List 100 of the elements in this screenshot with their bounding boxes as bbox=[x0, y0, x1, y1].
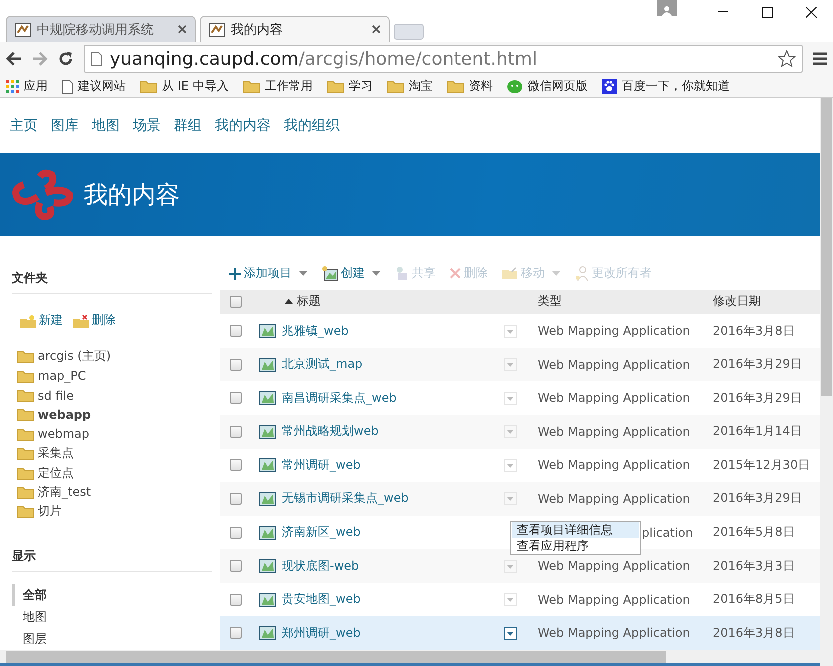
vertical-scrollbar[interactable] bbox=[820, 98, 833, 666]
nav-link[interactable]: 群组 bbox=[174, 116, 202, 134]
item-title-link[interactable]: 郑州调研_web bbox=[282, 624, 361, 642]
folder-icon bbox=[446, 80, 464, 93]
toolbar-button[interactable]: 添加项目 bbox=[229, 265, 308, 282]
item-title-link[interactable]: 无锡市调研采集点_web bbox=[282, 490, 409, 508]
user-button[interactable] bbox=[657, 0, 677, 16]
folder-icon bbox=[17, 408, 34, 422]
horizontal-scrollbar[interactable] bbox=[0, 650, 820, 666]
type-cell: Web Mapping Application bbox=[538, 458, 690, 472]
nav-link[interactable]: 我的组织 bbox=[284, 116, 340, 134]
item-title-link[interactable]: 贵安地图_web bbox=[282, 591, 361, 608]
bookmark[interactable]: 学习 bbox=[326, 78, 373, 95]
plus-icon bbox=[229, 268, 241, 280]
bookmark[interactable]: 资料 bbox=[446, 78, 493, 95]
page-icon bbox=[62, 80, 73, 94]
table-row[interactable]: 无锡市调研采集点_web Web Mapping Application 2016年3月29日 bbox=[220, 482, 820, 516]
sort-icon[interactable] bbox=[285, 299, 293, 304]
folder-item[interactable]: 采集点 bbox=[12, 444, 212, 464]
menu-item[interactable]: 查看项目详细信息 bbox=[512, 522, 639, 538]
favicon-icon bbox=[15, 22, 31, 36]
folder-item[interactable]: 定位点 bbox=[12, 463, 212, 483]
date-cell: 2016年3月29日 bbox=[713, 356, 802, 374]
toolbar-button[interactable]: 创建 bbox=[322, 265, 381, 282]
folder-item[interactable]: webapp bbox=[12, 405, 212, 425]
column-header[interactable]: 类型 bbox=[538, 294, 562, 308]
item-title-link[interactable]: 兆雅镇_web bbox=[282, 322, 349, 340]
item-title-link[interactable]: 北京测试_map bbox=[282, 356, 363, 374]
filter-item[interactable]: 图层 bbox=[12, 628, 212, 650]
nav-link[interactable]: 场景 bbox=[133, 116, 161, 134]
type-cell: Web Mapping Application bbox=[538, 358, 690, 372]
table-row[interactable]: 常州战略规划web Web Mapping Application 2016年1月14日 bbox=[220, 415, 820, 449]
map-icon bbox=[259, 492, 276, 506]
item-title-link[interactable]: 南昌调研采集点_web bbox=[282, 390, 397, 407]
new-folder-icon bbox=[20, 315, 37, 329]
bookmark[interactable]: 百度一下，你就知道 bbox=[602, 78, 730, 95]
row-checkbox[interactable] bbox=[230, 594, 242, 606]
dropdown-icon[interactable] bbox=[504, 626, 517, 640]
row-checkbox[interactable] bbox=[230, 358, 242, 371]
folder-icon bbox=[17, 505, 34, 518]
row-checkbox[interactable] bbox=[230, 459, 242, 472]
bookmark[interactable]: 从 IE 中导入 bbox=[140, 78, 229, 95]
reload-icon[interactable] bbox=[58, 51, 74, 67]
filter-item[interactable]: 全部 bbox=[12, 584, 212, 606]
nav-link[interactable]: 图库 bbox=[51, 116, 79, 134]
delete-icon bbox=[450, 268, 461, 280]
row-checkbox[interactable] bbox=[230, 526, 242, 539]
folder-item[interactable]: sd file bbox=[12, 386, 212, 406]
browser-tab[interactable]: 我的内容 bbox=[200, 16, 390, 42]
folder-item[interactable]: map_PC bbox=[12, 366, 212, 386]
select-all-checkbox[interactable] bbox=[230, 296, 242, 308]
page-icon bbox=[91, 52, 102, 66]
row-checkbox[interactable] bbox=[230, 627, 242, 640]
date-cell: 2016年8月5日 bbox=[713, 591, 795, 608]
user-icon bbox=[662, 6, 672, 16]
logo-icon bbox=[10, 168, 76, 220]
folder-action-button[interactable]: 删除 bbox=[73, 312, 116, 329]
bookmark[interactable]: 淘宝 bbox=[386, 78, 433, 95]
browser-tab[interactable]: 中规院移动调用系统 bbox=[6, 16, 196, 42]
row-checkbox[interactable] bbox=[230, 426, 242, 438]
folder-action-button[interactable]: 新建 bbox=[20, 312, 63, 329]
close-icon[interactable] bbox=[806, 6, 816, 18]
row-checkbox[interactable] bbox=[230, 492, 242, 505]
maximize-icon[interactable] bbox=[762, 6, 772, 18]
menu-icon[interactable] bbox=[813, 52, 827, 66]
filter-item[interactable]: 地图 bbox=[12, 606, 212, 628]
date-cell: 2016年3月8日 bbox=[713, 322, 795, 340]
column-header[interactable]: 修改日期 bbox=[713, 293, 761, 310]
nav-link[interactable]: 主页 bbox=[10, 116, 38, 134]
folder-item[interactable]: webmap bbox=[12, 424, 212, 444]
column-header[interactable]: 标题 bbox=[297, 293, 321, 310]
folder-item[interactable]: 济南_test bbox=[12, 482, 212, 502]
folder-item[interactable]: 切片 bbox=[12, 502, 212, 522]
map-icon bbox=[259, 324, 276, 338]
item-title-link[interactable]: 常州调研_web bbox=[282, 456, 361, 474]
bookmark[interactable]: 建议网站 bbox=[62, 78, 126, 95]
type-cell: Web Mapping Application bbox=[538, 324, 690, 338]
address-field[interactable]: yuanqing.caupd.com/arcgis/home/content.html bbox=[84, 45, 803, 73]
item-title-link[interactable]: 济南新区_web bbox=[282, 524, 361, 542]
back-icon[interactable] bbox=[6, 52, 22, 66]
row-checkbox[interactable] bbox=[230, 325, 242, 338]
row-checkbox[interactable] bbox=[230, 392, 242, 404]
table-row[interactable]: 郑州调研_web Web Mapping Application 2016年3月8日 bbox=[220, 616, 820, 650]
bookmark[interactable]: 微信网页版 bbox=[506, 78, 588, 95]
item-title-link[interactable]: 常州战略规划web bbox=[282, 423, 379, 440]
minimize-icon[interactable] bbox=[718, 11, 728, 13]
folder-icon bbox=[17, 486, 34, 500]
bookmark[interactable]: 工作常用 bbox=[242, 78, 313, 95]
folder-item[interactable]: arcgis (主页) bbox=[12, 347, 212, 366]
bookmark[interactable]: 应用 bbox=[6, 78, 48, 95]
close-icon[interactable] bbox=[372, 25, 381, 34]
table-row[interactable]: 北京测试_map Web Mapping Application 2016年3月29日 bbox=[220, 348, 820, 382]
forward-icon[interactable] bbox=[32, 52, 48, 66]
item-title-link[interactable]: 现状底图-web bbox=[282, 558, 360, 575]
nav-link[interactable]: 我的内容 bbox=[215, 116, 271, 134]
star-icon[interactable] bbox=[778, 50, 796, 68]
date-cell: 2016年3月8日 bbox=[713, 624, 795, 642]
folder-icon bbox=[17, 447, 34, 460]
nav-link[interactable]: 地图 bbox=[92, 116, 120, 134]
row-checkbox[interactable] bbox=[230, 560, 242, 572]
